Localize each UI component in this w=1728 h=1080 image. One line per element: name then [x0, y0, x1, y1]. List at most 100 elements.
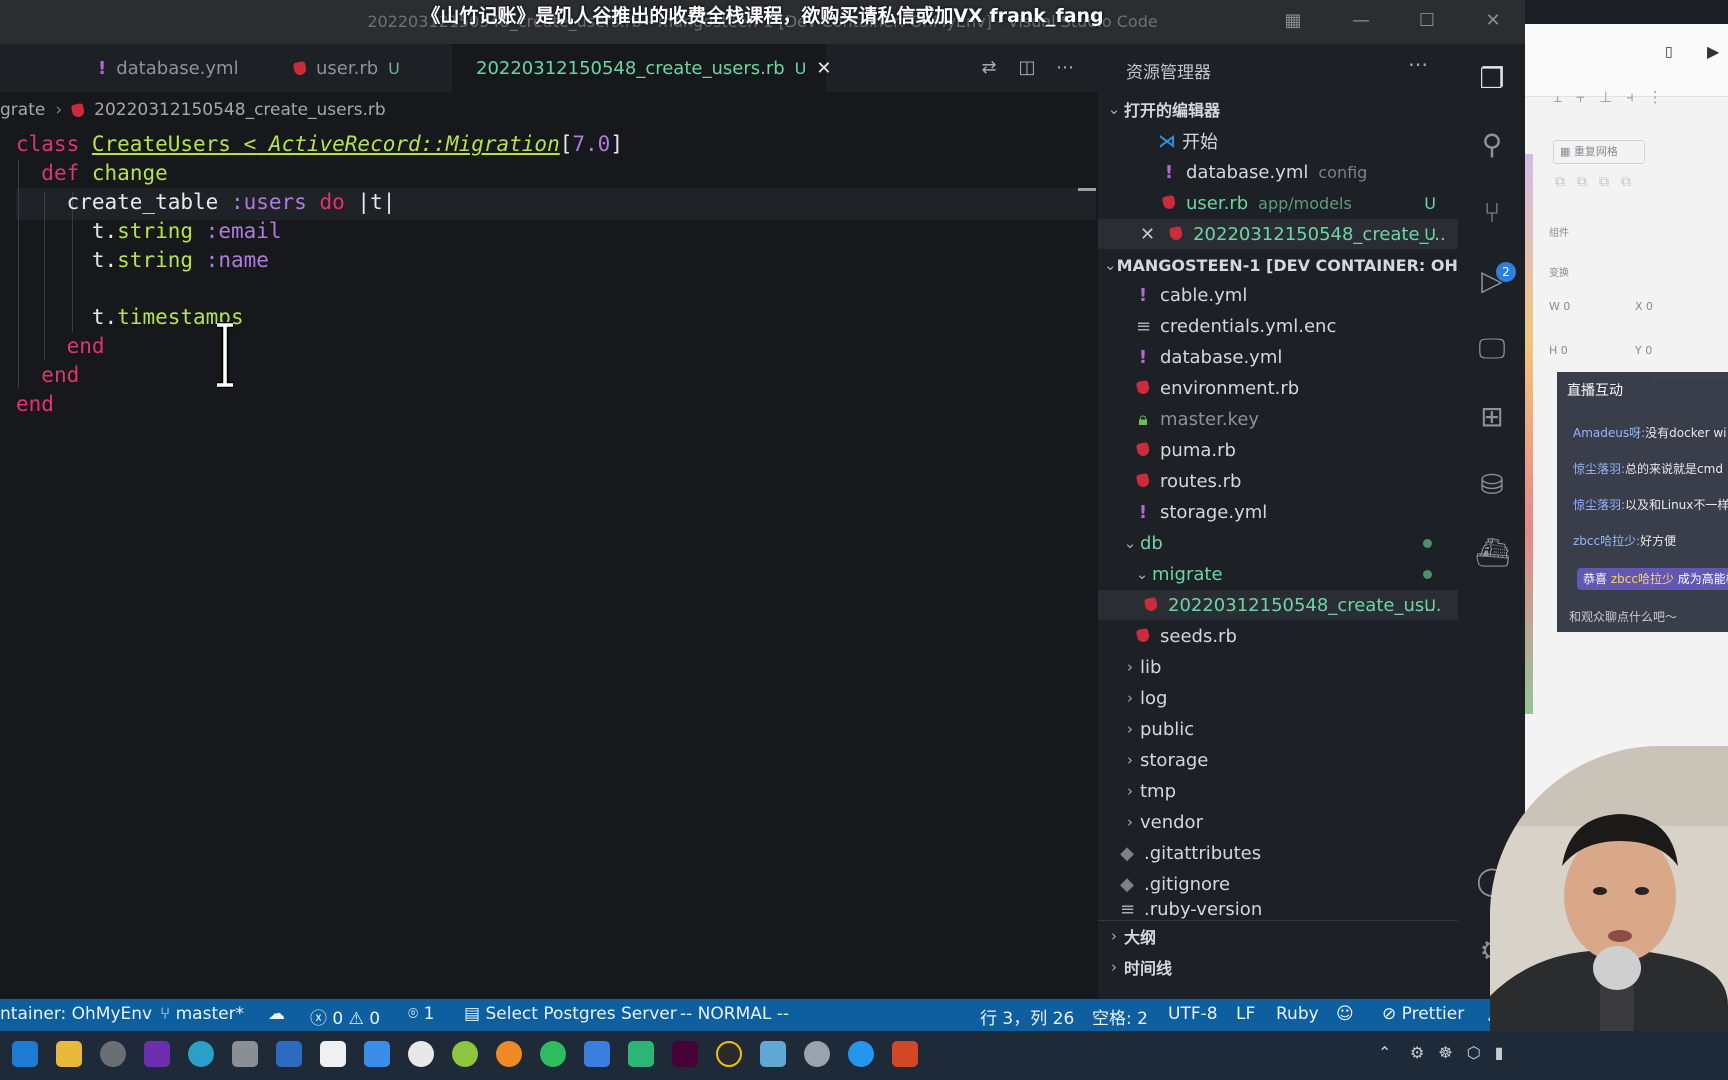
folder-item[interactable]: › log — [1098, 683, 1458, 713]
file-item[interactable]: ◆ .gitignore — [1098, 869, 1458, 899]
maximize-icon[interactable]: ☐ — [1416, 10, 1438, 32]
device-icon[interactable]: ▯ — [1665, 44, 1673, 60]
h-field[interactable]: H 0 — [1549, 344, 1568, 357]
file-item-selected[interactable]: 20220312150548_create_us... U — [1098, 590, 1458, 620]
folder-item[interactable]: › tmp — [1098, 776, 1458, 806]
folder-item[interactable]: › lib — [1098, 652, 1458, 682]
folder-item[interactable]: › public — [1098, 714, 1458, 744]
docker-app-icon[interactable] — [848, 1041, 874, 1067]
eol[interactable]: LF — [1236, 1004, 1255, 1024]
tab-user-rb[interactable]: user.rb U — [280, 44, 440, 92]
search-icon[interactable]: ⚲ — [1475, 128, 1509, 162]
file-item[interactable]: seeds.rb — [1098, 621, 1458, 651]
chat-input[interactable]: 和观众聊点什么吧～ — [1569, 608, 1677, 625]
timeline-header[interactable]: › 时间线 — [1098, 953, 1458, 981]
close-window-icon[interactable]: ✕ — [1482, 10, 1504, 32]
close-tab-icon[interactable]: ✕ — [816, 58, 831, 79]
workspace-header[interactable]: ⌄ MANGOSTEEN-1 [DEV CONTAINER: OHM... — [1098, 250, 1492, 280]
x-field[interactable]: X 0 — [1635, 300, 1653, 313]
remote-explorer-icon[interactable]: 🖵︎ — [1475, 332, 1509, 366]
file-item[interactable]: ! storage.yml — [1098, 497, 1458, 527]
align-icons[interactable]: ⫠⫟⊥⫞⋮ — [1553, 88, 1677, 106]
settings-app-icon[interactable] — [804, 1041, 830, 1067]
screenshot-app-icon[interactable] — [760, 1041, 786, 1067]
vscode-taskbar-icon[interactable] — [12, 1041, 38, 1067]
open-editor-item-active[interactable]: ✕ 20220312150548_create_... U — [1098, 219, 1458, 249]
w-field[interactable]: W 0 — [1549, 300, 1570, 313]
y-field[interactable]: Y 0 — [1635, 344, 1652, 357]
open-editor-item[interactable]: user.rb app/models U — [1098, 188, 1458, 218]
database-icon[interactable]: ⛁ — [1475, 468, 1509, 502]
notes-app-icon[interactable] — [628, 1041, 654, 1067]
open-editor-item[interactable]: ⋊ 开始 — [1098, 126, 1458, 156]
file-item[interactable]: ! cable.yml — [1098, 280, 1458, 310]
language-mode[interactable]: Ruby — [1276, 1004, 1319, 1024]
file-explorer-icon[interactable] — [56, 1041, 82, 1067]
window-app-icon[interactable] — [276, 1041, 302, 1067]
tray-icons[interactable]: ⚙☸⬡▮ — [1410, 1043, 1517, 1062]
chrome-icon[interactable] — [452, 1041, 478, 1067]
tray-chevron-up-icon[interactable]: ⌃ — [1378, 1043, 1391, 1062]
folder-item[interactable]: ⌄ db — [1098, 528, 1458, 558]
file-item[interactable]: ◆ .gitattributes — [1098, 838, 1458, 868]
code-editor[interactable]: class CreateUsers < ActiveRecord::Migrat… — [0, 128, 1098, 998]
file-item[interactable]: routes.rb — [1098, 466, 1458, 496]
cursor-position[interactable]: 行 3，列 26 — [980, 1004, 1074, 1029]
prettier-indicator[interactable]: ⊘ Prettier — [1382, 1004, 1464, 1024]
explorer-more-icon[interactable]: ⋯ — [1408, 52, 1428, 76]
run-debug-icon[interactable]: ▷ — [1475, 264, 1509, 298]
folder-item[interactable]: › vendor — [1098, 807, 1458, 837]
more-actions-icon[interactable]: ⋯ — [1054, 57, 1076, 79]
source-control-icon[interactable]: ⑂ — [1475, 196, 1509, 230]
notepad-icon[interactable] — [232, 1041, 258, 1067]
remote-indicator[interactable]: ntainer: OhMyEnv — [0, 1004, 152, 1024]
sync-icon[interactable]: ☁ — [268, 1004, 285, 1024]
pen-icon[interactable] — [364, 1041, 390, 1067]
wechat-icon[interactable] — [540, 1041, 566, 1067]
layout-icon[interactable]: ▦ — [1282, 10, 1304, 32]
encoding[interactable]: UTF-8 — [1168, 1004, 1218, 1024]
tab-create-users[interactable]: 20220312150548_create_users.rb U ✕ — [452, 44, 831, 92]
search-app-icon[interactable] — [496, 1041, 522, 1067]
split-editor-icon[interactable]: ◫ — [1016, 57, 1038, 79]
yaml-exclamation-icon: ! — [1138, 501, 1148, 523]
docker-icon[interactable]: ⛴ — [1475, 536, 1511, 570]
db-selector[interactable]: ▤ Select Postgres Server — [464, 1004, 677, 1024]
close-icon[interactable]: ✕ — [1140, 224, 1155, 245]
file-item[interactable]: ≡ credentials.yml.enc — [1098, 311, 1458, 341]
adobe-xd-icon[interactable] — [672, 1041, 698, 1067]
open-editor-item[interactable]: ! database.yml config — [1098, 157, 1458, 187]
problems-indicator[interactable]: ⓧ 0 ⚠ 0 — [310, 1004, 380, 1029]
indentation[interactable]: 空格: 2 — [1092, 1004, 1148, 1029]
p-app-icon[interactable] — [584, 1041, 610, 1067]
panda-icon[interactable] — [408, 1041, 434, 1067]
breadcrumb-segment[interactable]: grate — [0, 100, 45, 120]
visual-studio-icon[interactable] — [144, 1041, 170, 1067]
ports-indicator[interactable]: ⌾ 1 — [408, 1004, 434, 1024]
file-item[interactable]: ! database.yml — [1098, 342, 1458, 372]
branch-indicator[interactable]: ⑂ master* — [160, 1004, 244, 1024]
tab-database-yml[interactable]: ! database.yml — [84, 44, 274, 92]
play-icon[interactable]: ▶ — [1707, 42, 1719, 61]
boolean-icons[interactable]: ⧉⧉⧉⧉ — [1555, 174, 1643, 190]
obs-icon[interactable] — [100, 1041, 126, 1067]
file-item[interactable]: ≡ .ruby-version — [1098, 898, 1458, 920]
edge-icon[interactable] — [188, 1041, 214, 1067]
file-item[interactable]: 🔒︎ master.key — [1098, 404, 1458, 434]
outline-header[interactable]: › 大纲 — [1098, 922, 1458, 950]
notion-icon[interactable] — [320, 1041, 346, 1067]
minimize-icon[interactable]: — — [1350, 10, 1372, 32]
folder-item[interactable]: ⌄ migrate — [1098, 559, 1458, 589]
circle-app-icon[interactable] — [716, 1041, 742, 1067]
extensions-icon[interactable]: ⊞ — [1475, 400, 1509, 434]
file-item[interactable]: puma.rb — [1098, 435, 1458, 465]
repeat-grid-button[interactable]: ▦ 重复网格 — [1553, 140, 1645, 164]
powerpoint-icon[interactable] — [892, 1041, 918, 1067]
copilot-icon[interactable]: ☺ — [1336, 1004, 1354, 1024]
files-icon[interactable]: ❐ — [1475, 62, 1509, 96]
file-item[interactable]: environment.rb — [1098, 373, 1458, 403]
compare-changes-icon[interactable]: ⇄ — [978, 57, 1000, 79]
breadcrumb-file[interactable]: 20220312150548_create_users.rb — [94, 100, 386, 120]
folder-item[interactable]: › storage — [1098, 745, 1458, 775]
open-editors-header[interactable]: ⌄ 打开的编辑器 — [1098, 94, 1458, 124]
